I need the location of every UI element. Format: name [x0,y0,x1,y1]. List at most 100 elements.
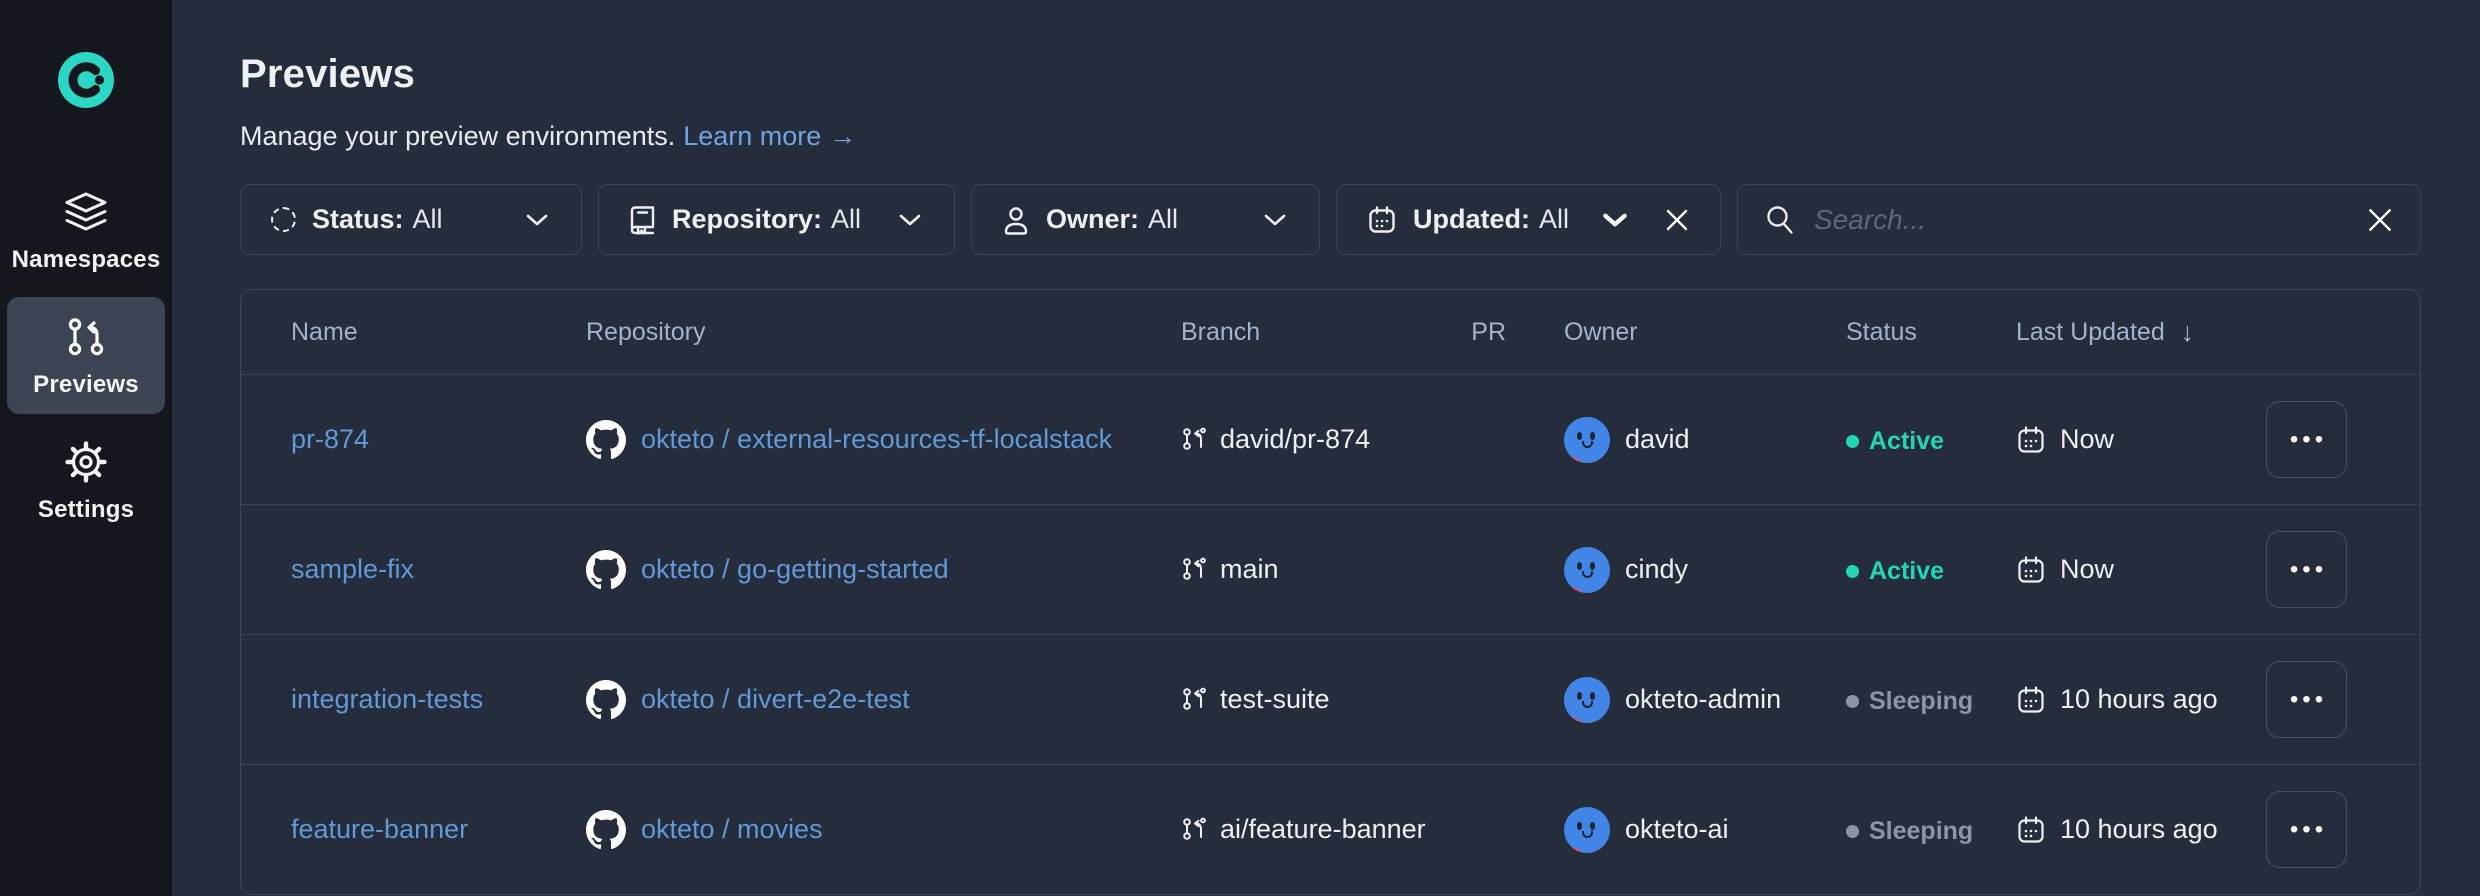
calendar-icon [2016,425,2046,455]
layers-icon [62,191,110,235]
status-badge: Active [1846,427,1944,456]
calendar-icon [1367,205,1397,235]
status-dot-icon [1846,565,1859,578]
table-row: pr-874 okteto / external-resources-tf-lo… [241,374,2420,504]
owner-name: okteto-ai [1625,814,1729,845]
repository-filter-button[interactable]: Repository: All [598,184,955,255]
calendar-icon [2016,685,2046,715]
sidebar-item-label: Previews [33,371,139,399]
avatar [1564,547,1610,593]
row-actions-button[interactable]: ••• [2266,661,2347,738]
branch-icon [1181,556,1208,583]
status-dot-icon [1846,435,1859,448]
gear-icon [63,439,109,485]
ellipsis-icon: ••• [2290,686,2327,714]
chevron-down-icon [896,211,924,229]
avatar [1564,807,1610,853]
okteto-logo-icon[interactable] [58,52,114,108]
status-label: Active [1869,427,1944,456]
github-icon [586,420,626,460]
branch-icon [1181,426,1208,453]
row-actions-button[interactable]: ••• [2266,401,2347,478]
repository-link[interactable]: okteto / divert-e2e-test [641,684,910,715]
clear-search-icon[interactable] [2366,206,2394,234]
status-dot-icon [1846,695,1859,708]
page-subtitle: Manage your preview environments.Learn m… [240,121,2421,152]
table-header: Name Repository Branch PR Owner Status L… [241,290,2420,374]
sort-desc-icon: ↓ [2181,317,2195,348]
arrow-right-icon: → [829,121,856,151]
avatar [1564,677,1610,723]
person-icon [1002,205,1030,235]
status-filter-button[interactable]: Status: All [240,184,582,255]
status-badge: Sleeping [1846,687,1973,716]
status-label: Sleeping [1869,817,1973,846]
column-header-status[interactable]: Status [1846,318,2016,347]
avatar [1564,417,1610,463]
preview-name-link[interactable]: integration-tests [291,684,483,714]
sidebar-item-label: Namespaces [12,246,161,274]
branch-name: ai/feature-banner [1220,814,1426,845]
repository-link[interactable]: okteto / movies [641,814,823,845]
branch-name: main [1220,554,1279,585]
search-icon [1764,204,1796,236]
sidebar-nav: Namespaces Previews [0,174,172,539]
previews-table: Name Repository Branch PR Owner Status L… [240,289,2421,895]
column-header-name[interactable]: Name [291,318,586,347]
status-badge: Active [1846,557,1944,586]
ellipsis-icon: ••• [2290,556,2327,584]
row-actions-button[interactable]: ••• [2266,791,2347,868]
column-header-owner[interactable]: Owner [1506,318,1846,347]
column-header-branch[interactable]: Branch [1181,318,1443,347]
main-content: Previews Manage your preview environment… [174,0,2480,896]
sidebar-item-settings[interactable]: Settings [7,422,165,539]
column-header-repository[interactable]: Repository [586,318,1181,347]
last-updated-text: 10 hours ago [2060,684,2218,715]
sidebar: Namespaces Previews [0,0,174,896]
table-row: integration-tests okteto / divert-e2e-te… [241,634,2420,764]
sidebar-item-namespaces[interactable]: Namespaces [7,174,165,289]
page-title: Previews [240,52,2421,97]
github-icon [586,680,626,720]
preview-name-link[interactable]: sample-fix [291,554,414,584]
status-label: Active [1869,557,1944,586]
sidebar-item-label: Settings [38,496,134,524]
branch-name: test-suite [1220,684,1330,715]
learn-more-link[interactable]: Learn more→ [683,121,856,151]
last-updated-text: Now [2060,424,2114,455]
status-dot-icon [1846,825,1859,838]
branch-name: david/pr-874 [1220,424,1370,455]
repository-link[interactable]: okteto / go-getting-started [641,554,949,585]
owner-name: okteto-admin [1625,684,1781,715]
ellipsis-icon: ••• [2290,816,2327,844]
updated-filter-button[interactable]: Updated: All [1336,184,1721,255]
ellipsis-icon: ••• [2290,426,2327,454]
owner-name: david [1625,424,1690,455]
chevron-down-icon [1261,211,1289,229]
owner-name: cindy [1625,554,1688,585]
sidebar-item-previews[interactable]: Previews [7,297,165,414]
branch-icon [1181,816,1208,843]
column-header-last-updated[interactable]: Last Updated ↓ [2016,317,2266,348]
branch-icon [1181,686,1208,713]
clear-filter-icon[interactable] [1664,207,1690,233]
github-icon [586,550,626,590]
git-pull-request-icon [63,314,109,360]
chevron-down-icon [523,211,551,229]
search-input[interactable] [1814,204,2366,236]
github-icon [586,810,626,850]
chevron-down-icon [1600,210,1630,230]
calendar-icon [2016,555,2046,585]
row-actions-button[interactable]: ••• [2266,531,2347,608]
last-updated-text: Now [2060,554,2114,585]
last-updated-text: 10 hours ago [2060,814,2218,845]
column-header-pr[interactable]: PR [1443,318,1506,347]
status-badge: Sleeping [1846,817,1973,846]
table-row: feature-banner okteto / movies ai/featur… [241,764,2420,894]
search-box [1737,184,2421,255]
owner-filter-button[interactable]: Owner: All [971,184,1320,255]
repository-link[interactable]: okteto / external-resources-tf-localstac… [641,424,1112,455]
filter-bar: Status: All Repository: All [240,184,2421,255]
preview-name-link[interactable]: pr-874 [291,424,369,454]
preview-name-link[interactable]: feature-banner [291,814,468,844]
